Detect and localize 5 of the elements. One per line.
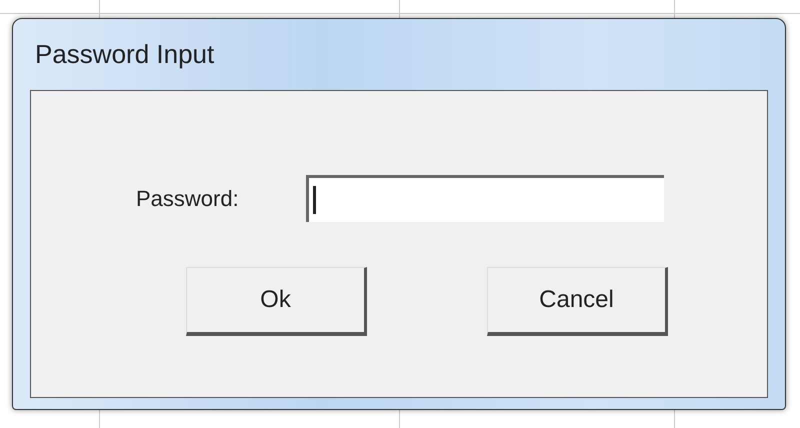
dialog-button[interactable]: Ok bbox=[186, 267, 367, 336]
password-field[interactable] bbox=[306, 175, 664, 222]
window-title: Password Input bbox=[35, 38, 214, 71]
dialog-button[interactable]: Cancel bbox=[487, 267, 668, 336]
field-label: Password: bbox=[136, 185, 240, 213]
